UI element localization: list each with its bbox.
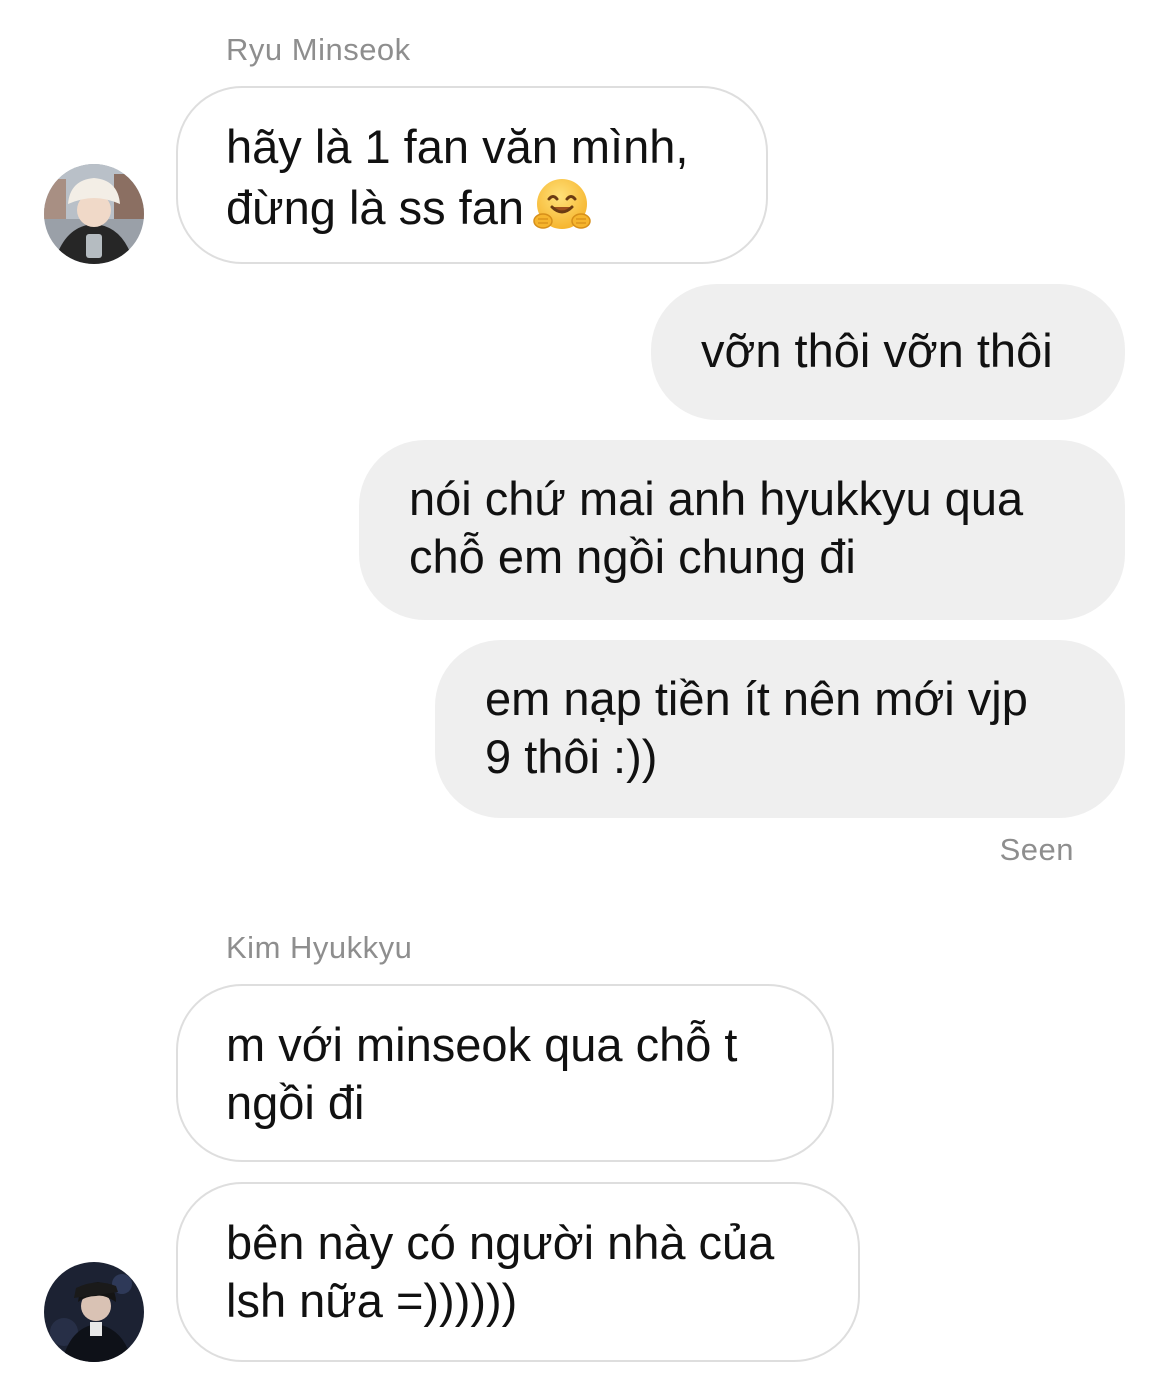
message-bubble[interactable]: hãy là 1 fan văn mình, đừng là ss fan — [176, 86, 768, 264]
avatar-photo — [44, 1262, 144, 1362]
message-text: vỡn thôi vỡn thôi — [701, 324, 1053, 377]
avatar-kim-hyukkyu[interactable] — [44, 1262, 144, 1362]
message-text: nói chứ mai anh hyukkyu qua chỗ em ngồi … — [409, 472, 1024, 583]
seen-status: Seen — [999, 832, 1074, 867]
message-bubble[interactable]: bên này có người nhà của lsh nữa =)))))) — [176, 1182, 860, 1362]
message-bubble[interactable]: nói chứ mai anh hyukkyu qua chỗ em ngồi … — [359, 440, 1125, 620]
sender-name-ryu-minseok: Ryu Minseok — [226, 32, 411, 67]
sender-name-kim-hyukkyu: Kim Hyukkyu — [226, 930, 413, 965]
message-bubble[interactable]: vỡn thôi vỡn thôi — [651, 284, 1125, 420]
message-bubble[interactable]: m với minseok qua chỗ t ngồi đi — [176, 984, 834, 1162]
message-text: hãy là 1 fan văn mình, đừng là ss fan — [226, 120, 689, 234]
message-text: m với minseok qua chỗ t ngồi đi — [226, 1018, 738, 1129]
message-text: em nạp tiền ít nên mới vjp 9 thôi :)) — [485, 672, 1028, 783]
hugging-face-icon — [533, 179, 591, 229]
message-bubble[interactable]: em nạp tiền ít nên mới vjp 9 thôi :)) — [435, 640, 1125, 818]
avatar-ryu-minseok[interactable] — [44, 164, 144, 264]
avatar-photo — [44, 164, 144, 264]
message-text: bên này có người nhà của lsh nữa =)))))) — [226, 1216, 775, 1327]
